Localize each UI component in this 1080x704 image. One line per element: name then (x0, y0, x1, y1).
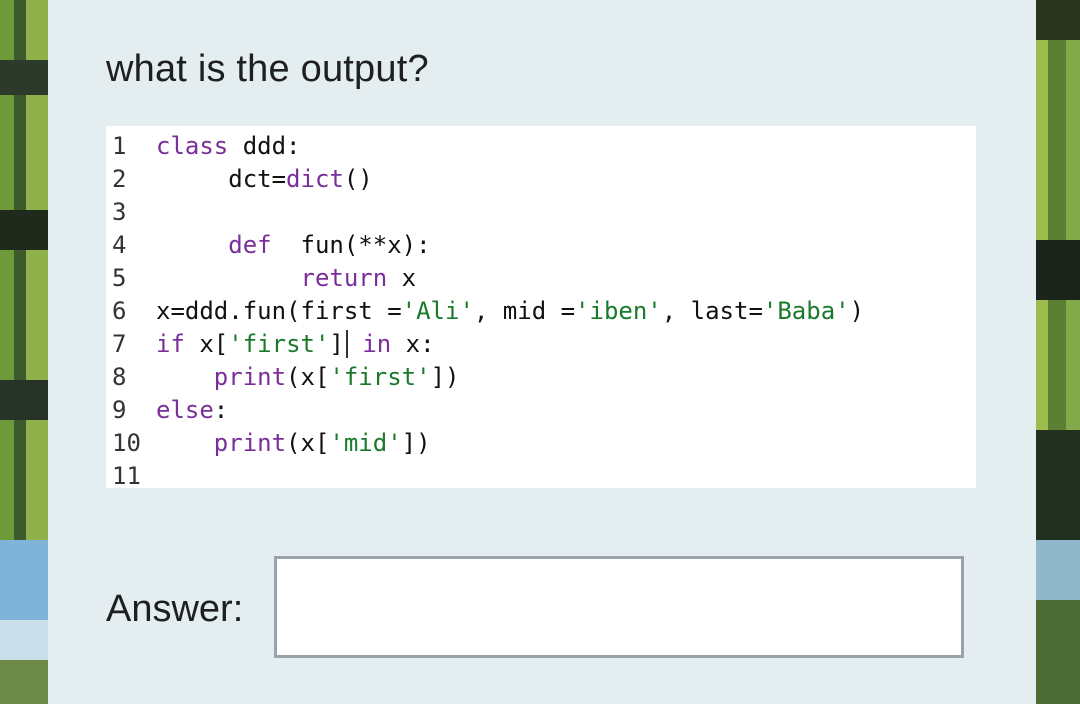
code-keyword: def (228, 231, 272, 259)
code-string: 'first' (329, 363, 431, 391)
code-token: fun(**x): (271, 231, 431, 259)
code-keyword: if (156, 330, 185, 358)
code-token: ]) (430, 363, 460, 391)
line-number: 4 (112, 231, 127, 259)
code-text: if x['first'] in x: (156, 328, 435, 361)
code-line: 7 if x['first'] in x: (112, 328, 864, 361)
line-number: 9 (112, 396, 127, 424)
code-text: dct=dict() (156, 163, 373, 196)
code-keyword: dict (286, 165, 344, 193)
code-text: class ddd: (156, 130, 301, 163)
answer-input[interactable] (274, 556, 964, 658)
background-photo-left (0, 0, 48, 704)
code-keyword: print (213, 363, 287, 391)
code-token: () (343, 165, 373, 193)
code-line: 1 class ddd: (112, 130, 864, 163)
line-number: 6 (112, 297, 127, 325)
code-line: 6 x=ddd.fun(first ='Ali', mid ='iben', la… (112, 295, 864, 328)
code-token: , last= (661, 297, 763, 325)
code-text: return x (156, 262, 417, 295)
code-line: 2 dct=dict() (112, 163, 864, 196)
code-token: x: (391, 330, 435, 358)
code-line: 3 (112, 196, 864, 229)
code-string: 'iben' (575, 297, 662, 325)
background-photo-right (1036, 0, 1080, 704)
code-token: ) (849, 297, 865, 325)
code-line: 5 return x (112, 262, 864, 295)
code-token: dct= (156, 165, 287, 193)
code-text: print(x['first']) (156, 361, 460, 394)
answer-label: Answer: (106, 588, 244, 630)
line-number: 2 (112, 165, 127, 193)
line-number: 10 (112, 429, 141, 457)
code-keyword: else (156, 396, 214, 424)
code-token: ]) (401, 429, 431, 457)
code-line: 4 def fun(**x): (112, 229, 864, 262)
question-text: what is the output? (106, 48, 429, 90)
code-listing: 1 class ddd: 2 dct=dict() 3 4 def fun(**x): 5… (112, 130, 864, 493)
code-keyword: return (300, 264, 388, 292)
line-number: 3 (112, 198, 127, 226)
code-text: else: (156, 394, 228, 427)
line-number: 5 (112, 264, 127, 292)
code-token: x (387, 264, 417, 292)
code-token: (x[ (286, 429, 330, 457)
code-token: x[ (184, 330, 229, 358)
code-keyword: print (213, 429, 287, 457)
line-number: 8 (112, 363, 127, 391)
code-string: 'first' (228, 330, 330, 358)
code-line: 8 print(x['first']) (112, 361, 864, 394)
code-string: 'Ali' (401, 297, 474, 325)
code-keyword: in (362, 330, 392, 358)
code-text: def fun(**x): (156, 229, 431, 262)
code-line: 11 (112, 460, 864, 493)
question-panel: what is the output? 1 class ddd: 2 dct=dic… (48, 0, 1036, 704)
line-number: 11 (112, 462, 141, 490)
code-string: 'mid' (329, 429, 402, 457)
line-number: 7 (112, 330, 127, 358)
code-token: (x[ (286, 363, 330, 391)
code-text: print(x['mid']) (156, 427, 431, 460)
code-token: x=ddd.fun(first = (156, 297, 402, 325)
code-token: ] (329, 330, 344, 358)
code-text: x=ddd.fun(first ='Ali', mid ='iben', las… (156, 295, 864, 328)
line-number: 1 (112, 132, 127, 160)
code-keyword: class (156, 132, 243, 160)
code-line: 9 else: (112, 394, 864, 427)
code-token: , mid = (473, 297, 576, 325)
code-token: : (213, 396, 229, 424)
code-token: ddd: (242, 132, 301, 160)
code-string: 'Baba' (762, 297, 850, 325)
code-line: 10 print(x['mid']) (112, 427, 864, 460)
